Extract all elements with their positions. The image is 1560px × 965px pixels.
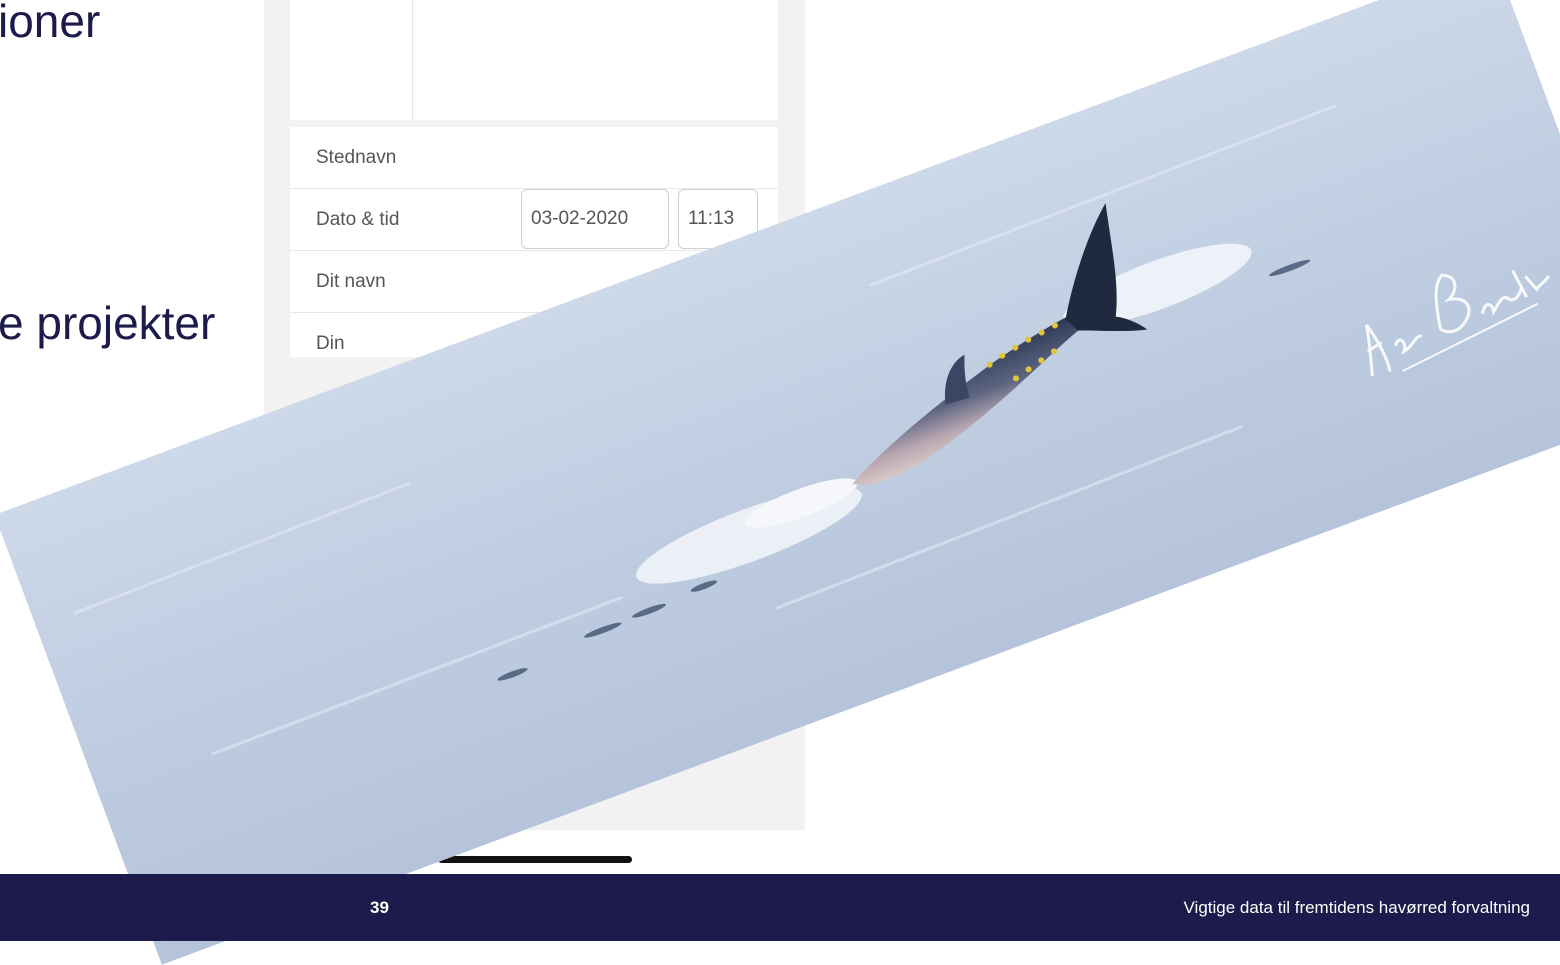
date-field[interactable]: 03-02-2020 xyxy=(521,189,669,249)
slide-bullet-text: ioner xyxy=(0,0,101,47)
signature-watermark xyxy=(1364,269,1551,377)
page-number: 39 xyxy=(370,898,389,917)
email-label: Din xyxy=(316,333,345,354)
slide-footer: 39 Vigtige data til fremtidens havørred … xyxy=(0,874,1560,941)
datetime-label: Dato & tid xyxy=(316,209,400,230)
divider xyxy=(412,0,413,120)
location-label: Stednavn xyxy=(316,147,397,168)
name-label: Dit navn xyxy=(316,271,386,292)
slide-bullet-text: e projekter xyxy=(0,297,216,349)
footer-title: Vigtige data til fremtidens havørred for… xyxy=(1183,898,1530,917)
form-top-panel xyxy=(290,0,778,120)
home-indicator xyxy=(438,856,632,863)
tuna-fish xyxy=(852,203,1148,485)
form-row-datetime: Dato & tid 03-02-2020 11:13 xyxy=(290,189,778,251)
form-row-location[interactable]: Stednavn xyxy=(290,127,778,189)
